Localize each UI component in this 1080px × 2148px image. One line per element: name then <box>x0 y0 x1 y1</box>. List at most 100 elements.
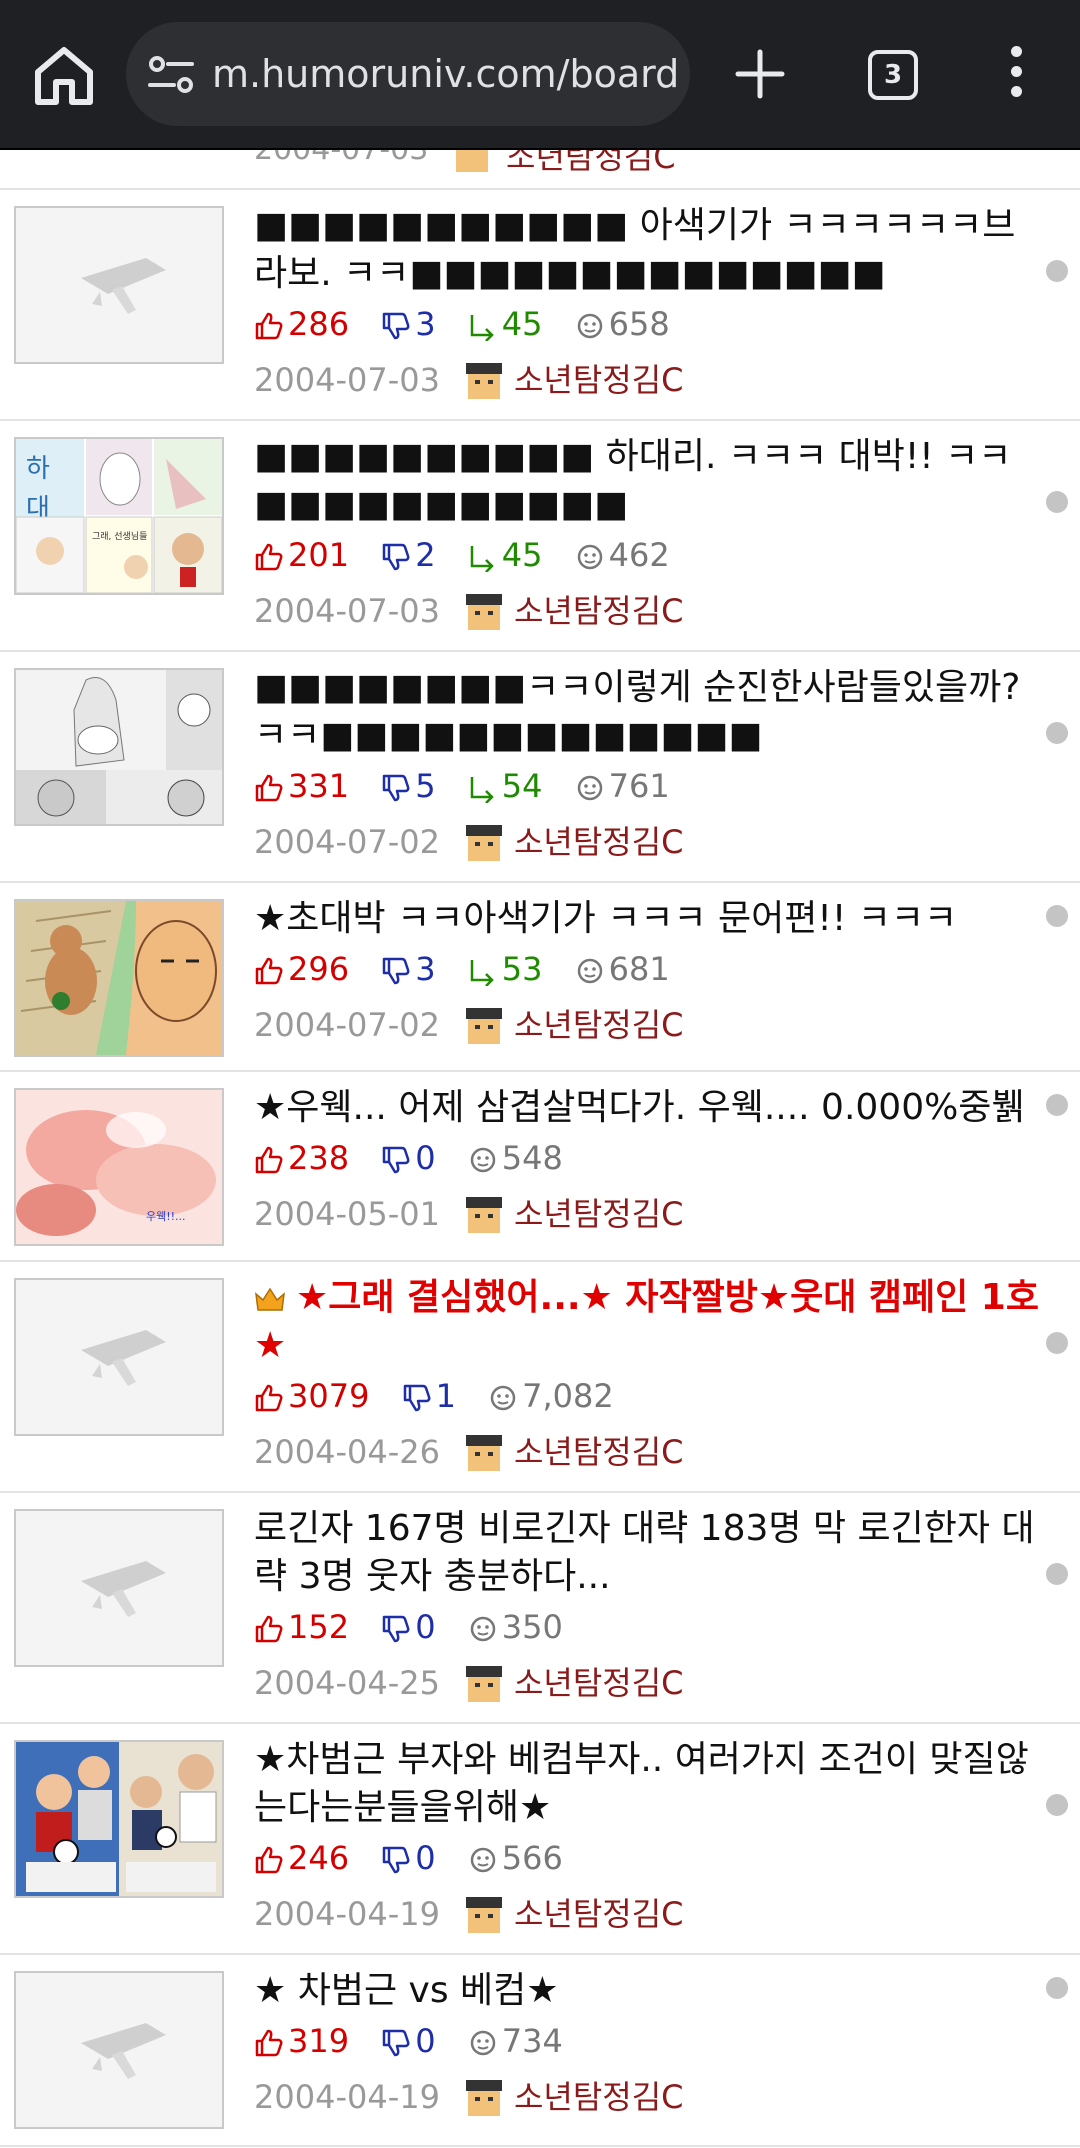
downvote-count: 3 <box>381 302 436 346</box>
list-item[interactable]: ■■■■■■■■■■■ 아색기가 ㅋㅋㅋㅋㅋㅋ브라보. ㅋㅋ■■■■■■■■■■… <box>0 190 1080 421</box>
thumbs-up-icon <box>255 1384 283 1412</box>
upvote-count: 152 <box>254 1605 349 1649</box>
post-title[interactable]: ★초대박 ㅋㅋ아색기가 ㅋㅋㅋ 문어편!! ㅋㅋㅋ <box>254 895 1044 943</box>
post-author[interactable]: 소년탐정김C <box>514 587 684 635</box>
list-item[interactable]: ★그래 결심했어...★ 자작짤방★웃대 캠페인 1호★ 3079 1 7,08… <box>0 1262 1080 1493</box>
post-title-text[interactable]: ★그래 결심했어...★ 자작짤방★웃대 캠페인 1호★ <box>254 1277 1039 1366</box>
post-stats: 152 0 350 <box>254 1605 585 1649</box>
post-author[interactable]: 소년탐정김C <box>514 1428 684 1476</box>
url-text[interactable]: m.humoruniv.com/board <box>212 50 682 98</box>
upvote-count: 238 <box>254 1136 349 1180</box>
post-author[interactable]: 소년탐정김C <box>514 818 684 866</box>
upvote-count: 296 <box>254 947 349 991</box>
view-value: 548 <box>501 1139 563 1177</box>
view-value: 658 <box>608 305 670 343</box>
thumbs-down-icon <box>383 543 410 571</box>
post-date: 2004-07-02 <box>254 823 440 861</box>
status-dot-icon <box>1046 905 1068 927</box>
view-value: 681 <box>608 950 670 988</box>
list-item[interactable]: 하 대 리 그래, 선생님들 ■■■■■■■■■■ 하대리. ㅋㅋㅋ 대박!! … <box>0 421 1080 652</box>
status-dot-icon <box>1046 1794 1068 1816</box>
post-author[interactable]: 소년탐정김C <box>514 1190 684 1238</box>
svg-text:하: 하 <box>26 454 50 484</box>
thumbs-down-icon <box>383 312 410 340</box>
thumbs-down-icon <box>383 1146 410 1174</box>
thumbnail-placeholder[interactable] <box>14 1278 224 1436</box>
list-item[interactable]: ■■■■■■■■ㅋㅋ이렇게 순진한사람들있을까? ㅋㅋ■■■■■■■■■■■■■… <box>0 652 1080 883</box>
list-item[interactable]: 로긴자 167명 비로긴자 대략 183명 막 로긴한자 대략 3명 웃자 충분… <box>0 1493 1080 1724</box>
view-count: 681 <box>575 947 670 991</box>
status-dot-icon <box>1046 491 1068 513</box>
post-meta: 2004-05-01 소년탐정김C <box>254 1190 684 1238</box>
status-dot-icon <box>1046 1332 1068 1354</box>
list-item[interactable]: ★초대박 ㅋㅋ아색기가 ㅋㅋㅋ 문어편!! ㅋㅋㅋ 296 3 53 681 2… <box>0 883 1080 1072</box>
upvote-value: 331 <box>288 767 350 805</box>
post-title-highlight[interactable]: ★그래 결심했어...★ 자작짤방★웃대 캠페인 1호★ <box>254 1274 1044 1370</box>
thumbnail-image[interactable]: 하 대 리 그래, 선생님들 <box>14 437 224 595</box>
upvote-count: 246 <box>254 1836 349 1880</box>
post-meta: 2004-07-02 소년탐정김C <box>254 1001 684 1049</box>
status-dot-icon <box>1046 260 1068 282</box>
post-title[interactable]: ■■■■■■■■■■ 하대리. ㅋㅋㅋ 대박!! ㅋㅋ■■■■■■■■■■■ <box>254 433 1044 529</box>
thumbnail-placeholder[interactable] <box>14 1971 224 2129</box>
thumbnail-image[interactable]: 우웩!!... <box>14 1088 224 1246</box>
reply-arrow-icon <box>470 777 494 804</box>
view-value: 7,082 <box>522 1377 614 1415</box>
address-bar[interactable]: m.humoruniv.com/board <box>126 22 690 126</box>
downvote-value: 0 <box>415 1608 436 1646</box>
view-value: 350 <box>501 1608 563 1646</box>
post-author[interactable]: 소년탐정김C <box>514 1890 684 1938</box>
post-author[interactable]: 소년탐정김C <box>514 2073 684 2121</box>
upvote-value: 319 <box>288 2022 350 2060</box>
post-author[interactable]: 소년탐정김C <box>506 148 676 178</box>
thumbnail-image[interactable] <box>14 1740 224 1898</box>
upvote-value: 201 <box>288 536 350 574</box>
downvote-value: 1 <box>435 1377 456 1415</box>
thumbs-down-icon <box>383 1846 410 1874</box>
post-date: 2004-04-19 <box>254 2078 440 2116</box>
reply-arrow-icon <box>470 546 494 573</box>
reply-value: 54 <box>501 767 543 805</box>
thumbnail-placeholder[interactable] <box>14 1509 224 1667</box>
status-dot-icon <box>1046 1094 1068 1116</box>
view-count: 734 <box>468 2019 563 2063</box>
post-author[interactable]: 소년탐정김C <box>514 356 684 404</box>
post-meta: 2004-04-19 소년탐정김C <box>254 2073 684 2121</box>
tab-switcher-icon[interactable]: 3 <box>868 50 918 100</box>
list-item[interactable]: ★ 차범근 vs 베컴★ 319 0 734 2004-04-19 소년탐정김C <box>0 1955 1080 2147</box>
thumbnail-image[interactable] <box>14 668 224 826</box>
reply-count: 53 <box>468 947 543 991</box>
browser-toolbar: m.humoruniv.com/board 3 <box>0 0 1080 150</box>
post-title[interactable]: 로긴자 167명 비로긴자 대략 183명 막 로긴한자 대략 3명 웃자 충분… <box>254 1505 1044 1601</box>
author-avatar-icon <box>465 2080 502 2116</box>
post-title[interactable]: ■■■■■■■■ㅋㅋ이렇게 순진한사람들있을까? ㅋㅋ■■■■■■■■■■■■■ <box>254 664 1044 760</box>
home-icon[interactable] <box>30 44 98 108</box>
post-author[interactable]: 소년탐정김C <box>514 1659 684 1707</box>
downvote-value: 0 <box>415 2022 436 2060</box>
post-title[interactable]: ★ 차범근 vs 베컴★ <box>254 1967 1044 2015</box>
thumbnail-image[interactable] <box>14 899 224 1057</box>
thumbnail-placeholder[interactable] <box>14 206 224 364</box>
list-item[interactable]: 우웩!!... ★우웩... 어제 삼겹살먹다가. 우웩.... 0.000%중… <box>0 1072 1080 1262</box>
svg-text:그래, 선생님들: 그래, 선생님들 <box>92 531 147 542</box>
list-item-partial[interactable]: 2004-07-03 소년탐정김C <box>0 148 1080 190</box>
view-icon <box>577 958 602 984</box>
post-title[interactable]: ★우웩... 어제 삼겹살먹다가. 우웩.... 0.000%중뷁 <box>254 1084 1044 1132</box>
site-settings-icon[interactable] <box>148 54 194 96</box>
post-author[interactable]: 소년탐정김C <box>514 1001 684 1049</box>
post-stats: 331 5 54 761 <box>254 764 692 808</box>
list-item[interactable]: ★차범근 부자와 베컴부자.. 여러가지 조건이 맞질않는다는분들을위해★ 24… <box>0 1724 1080 1955</box>
post-date: 2004-05-01 <box>254 1195 440 1233</box>
more-vert-icon[interactable] <box>1004 46 1028 108</box>
upvote-value: 238 <box>288 1139 350 1177</box>
upvote-value: 296 <box>288 950 350 988</box>
thumbs-down-icon <box>383 2029 410 2057</box>
new-tab-icon[interactable] <box>732 46 788 102</box>
post-date: 2004-04-19 <box>254 1895 440 1933</box>
upvote-value: 246 <box>288 1839 350 1877</box>
post-title[interactable]: ■■■■■■■■■■■ 아색기가 ㅋㅋㅋㅋㅋㅋ브라보. ㅋㅋ■■■■■■■■■■… <box>254 202 1044 298</box>
reply-count: 54 <box>468 764 543 808</box>
view-icon <box>577 313 602 339</box>
post-title[interactable]: ★차범근 부자와 베컴부자.. 여러가지 조건이 맞질않는다는분들을위해★ <box>254 1736 1044 1832</box>
reply-count: 45 <box>468 302 543 346</box>
